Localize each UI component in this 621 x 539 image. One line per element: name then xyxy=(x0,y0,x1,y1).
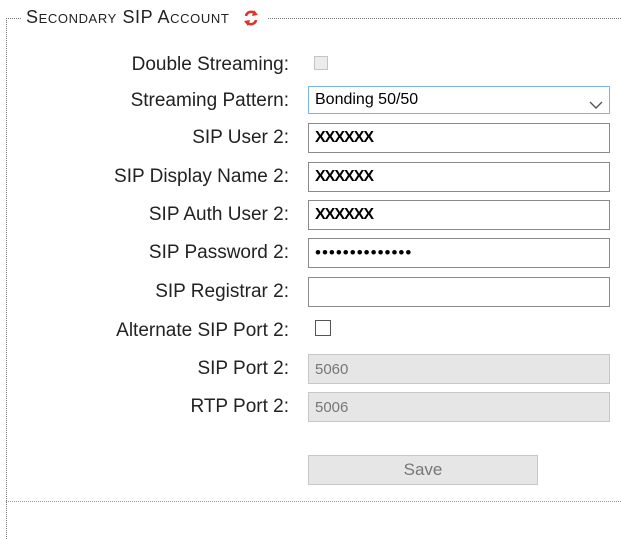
row-double-streaming: Double Streaming: xyxy=(0,50,621,80)
sip-display-name-label: SIP Display Name 2: xyxy=(114,166,289,187)
sip-auth-user-label: SIP Auth User 2: xyxy=(148,204,289,225)
row-sip-registrar: SIP Registrar 2: xyxy=(0,277,621,307)
row-sip-display-name: SIP Display Name 2: xyxy=(0,162,621,192)
sip-user-label: SIP User 2: xyxy=(192,127,289,148)
sip-password-label: SIP Password 2: xyxy=(148,242,289,263)
sip-registrar-input[interactable] xyxy=(308,277,610,307)
save-button[interactable]: Save xyxy=(308,455,538,485)
row-sip-password: SIP Password 2: xyxy=(0,238,621,268)
sip-auth-user-input[interactable] xyxy=(308,200,610,230)
row-alternate-sip-port: Alternate SIP Port 2: xyxy=(0,316,621,346)
sip-port-input[interactable] xyxy=(308,354,610,384)
rtp-port-label: RTP Port 2: xyxy=(190,396,289,417)
section-title: Secondary SIP Account xyxy=(26,7,230,27)
sip-user-input[interactable] xyxy=(308,123,610,153)
row-rtp-port: RTP Port 2: xyxy=(0,392,621,422)
alternate-sip-port-label: Alternate SIP Port 2: xyxy=(116,320,289,341)
section-legend: Secondary SIP Account xyxy=(22,7,268,28)
streaming-pattern-select[interactable]: Bonding 50/50 xyxy=(308,86,610,114)
double-streaming-label: Double Streaming: xyxy=(131,54,289,75)
sip-display-name-input[interactable] xyxy=(308,162,610,192)
rtp-port-input[interactable] xyxy=(308,392,610,422)
sip-password-input[interactable] xyxy=(308,238,610,268)
streaming-pattern-value: Bonding 50/50 xyxy=(315,91,419,108)
sip-registrar-label: SIP Registrar 2: xyxy=(155,281,289,302)
refresh-icon[interactable] xyxy=(243,9,259,27)
alternate-sip-port-checkbox[interactable] xyxy=(315,320,331,336)
row-sip-user: SIP User 2: xyxy=(0,123,621,153)
sip-port-label: SIP Port 2: xyxy=(197,358,289,379)
double-streaming-checkbox[interactable] xyxy=(314,56,328,70)
row-streaming-pattern: Streaming Pattern: Bonding 50/50 xyxy=(0,86,621,116)
row-sip-port: SIP Port 2: xyxy=(0,354,621,384)
streaming-pattern-label: Streaming Pattern: xyxy=(130,90,289,111)
fieldset-bottom-border xyxy=(6,501,621,502)
chevron-down-icon xyxy=(589,94,603,109)
row-sip-auth-user: SIP Auth User 2: xyxy=(0,200,621,230)
